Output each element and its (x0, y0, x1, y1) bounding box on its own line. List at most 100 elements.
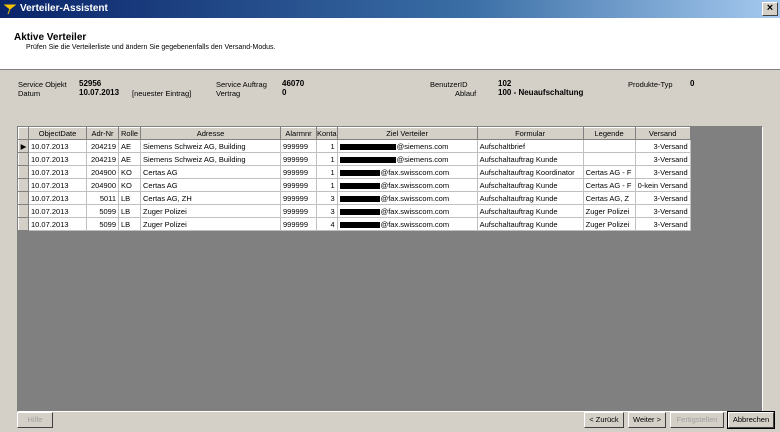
cell-ziel: @fax.swisscom.com (337, 191, 478, 205)
cell-konta: 4 (316, 217, 338, 231)
verteiler-grid[interactable]: ObjectDate Adr-Nr Rolle Adresse Alarmnr … (17, 126, 763, 412)
cell-konta: 1 (316, 139, 338, 153)
cell-versand: 3-Versand (635, 165, 691, 179)
column-header[interactable]: Konta (316, 127, 338, 140)
table-row[interactable]: 10.07.2013 204900 KO Certas AG 999999 1 … (18, 178, 691, 192)
row-selector[interactable]: ▶ (18, 139, 29, 153)
cell-date: 10.07.2013 (28, 165, 87, 179)
cell-formular: Aufschaltauftrag Koordinator (477, 165, 584, 179)
cell-ziel: @fax.swisscom.com (337, 165, 478, 179)
cell-rolle: AE (118, 139, 141, 153)
row-selector[interactable] (18, 204, 29, 218)
redaction-mask (339, 208, 380, 215)
column-header[interactable]: Legende (582, 127, 636, 140)
cell-adr: 204900 (86, 178, 119, 192)
cell-date: 10.07.2013 (28, 191, 87, 205)
cell-rolle: LB (118, 204, 141, 218)
cell-rolle: KO (118, 178, 141, 192)
cell-alarm: 999999 (280, 204, 317, 218)
cell-ziel: @fax.swisscom.com (337, 204, 478, 218)
redaction-mask (339, 182, 380, 189)
cell-ziel-text: @siemens.com (396, 141, 449, 151)
cell-legende (583, 152, 636, 166)
table-row[interactable]: 10.07.2013 204900 KO Certas AG 999999 1 … (18, 165, 691, 179)
cell-formular: Aufschaltauftrag Kunde (477, 191, 584, 205)
back-button[interactable]: < Zurück (584, 412, 624, 428)
row-selector[interactable] (18, 217, 29, 231)
cell-alarm: 999999 (280, 217, 317, 231)
cell-versand: 3-Versand (635, 217, 691, 231)
column-header[interactable]: Formular (476, 127, 584, 140)
cell-ziel-text: @fax.swisscom.com (380, 193, 450, 203)
cell-adr: 204219 (86, 152, 119, 166)
cell-adresse: Zuger Polizei (140, 217, 281, 231)
cell-ziel-text: @fax.swisscom.com (380, 167, 450, 177)
cell-rolle: AE (118, 152, 141, 166)
cell-adresse: Siemens Schweiz AG, Building (140, 139, 281, 153)
cell-versand: 3-Versand (635, 152, 691, 166)
row-selector[interactable] (18, 191, 29, 205)
cell-versand: 0-kein Versand (635, 178, 691, 192)
column-header[interactable]: Alarmnr (280, 127, 317, 140)
redaction-mask (339, 156, 396, 163)
row-selector[interactable] (18, 165, 29, 179)
table-row[interactable]: 10.07.2013 5099 LB Zuger Polizei 999999 … (18, 217, 691, 231)
vertrag-label: Vertrag (216, 89, 241, 98)
current-row-arrow-icon: ▶ (20, 141, 27, 151)
row-selector[interactable] (18, 152, 29, 166)
cell-legende: Zuger Polizei (583, 204, 636, 218)
cell-formular: Aufschaltauftrag Kunde (477, 152, 584, 166)
cell-rolle: LB (118, 191, 141, 205)
column-header[interactable]: Adresse (140, 127, 281, 140)
table-header-row: ObjectDate Adr-Nr Rolle Adresse Alarmnr … (18, 127, 691, 140)
table-row[interactable]: 10.07.2013 204219 AE Siemens Schweiz AG,… (18, 152, 691, 166)
benutzer-value: 102 (498, 79, 512, 88)
cell-legende: Certas AG - F (583, 165, 636, 179)
cell-adr: 204219 (86, 139, 119, 153)
cell-date: 10.07.2013 (28, 217, 87, 231)
help-button[interactable]: Hilfe (17, 412, 53, 428)
cell-versand: 3-Versand (635, 204, 691, 218)
cell-konta: 3 (316, 191, 338, 205)
cell-adr: 5099 (86, 204, 119, 218)
cell-formular: Aufschaltauftrag Kunde (477, 217, 584, 231)
wizard-header: Aktive Verteiler Prüfen Sie die Verteile… (0, 18, 780, 70)
cell-legende: Zuger Polizei (583, 217, 636, 231)
column-header[interactable]: Ziel Verteiler (336, 127, 478, 140)
table-row[interactable]: 10.07.2013 5011 LB Certas AG, ZH 999999 … (18, 191, 691, 205)
datum-note: [neuester Eintrag] (132, 89, 192, 98)
cell-konta: 1 (316, 152, 338, 166)
page-title: Aktive Verteiler (14, 32, 87, 43)
cell-date: 10.07.2013 (28, 204, 87, 218)
redaction-mask (339, 169, 380, 176)
column-header[interactable]: Adr-Nr (86, 127, 119, 140)
column-header[interactable]: Rolle (118, 127, 141, 140)
cell-alarm: 999999 (280, 152, 317, 166)
finish-button[interactable]: Fertigstellen (670, 412, 724, 428)
cancel-button[interactable]: Abbrechen (727, 411, 775, 429)
produkte-typ-value: 0 (690, 79, 695, 88)
ablauf-value: 100 - Neuaufschaltung (498, 88, 584, 97)
service-objekt-label: Service Objekt (18, 80, 67, 89)
cell-ziel: @fax.swisscom.com (337, 178, 478, 192)
cell-versand: 3-Versand (635, 139, 691, 153)
cell-konta: 1 (316, 178, 338, 192)
page-subtitle: Prüfen Sie die Verteilerliste und ändern… (26, 44, 276, 51)
next-button[interactable]: Weiter > (628, 412, 666, 428)
cell-legende (583, 139, 636, 153)
redaction-mask (339, 221, 380, 228)
cell-ziel: @siemens.com (337, 139, 478, 153)
close-button[interactable]: × (762, 2, 778, 16)
table-row[interactable]: ▶ 10.07.2013 204219 AE Siemens Schweiz A… (18, 139, 691, 153)
cell-adr: 5011 (86, 191, 119, 205)
cell-adr: 204900 (86, 165, 119, 179)
redaction-mask (339, 143, 396, 150)
service-objekt-value: 52956 (79, 79, 102, 88)
column-header[interactable]: ObjectDate (28, 127, 87, 140)
cell-konta: 3 (316, 204, 338, 218)
table-row[interactable]: 10.07.2013 5099 LB Zuger Polizei 999999 … (18, 204, 691, 218)
cell-legende: Certas AG - F (583, 178, 636, 192)
row-selector[interactable] (18, 178, 29, 192)
column-header[interactable]: Versand (634, 127, 691, 140)
cell-rolle: KO (118, 165, 141, 179)
